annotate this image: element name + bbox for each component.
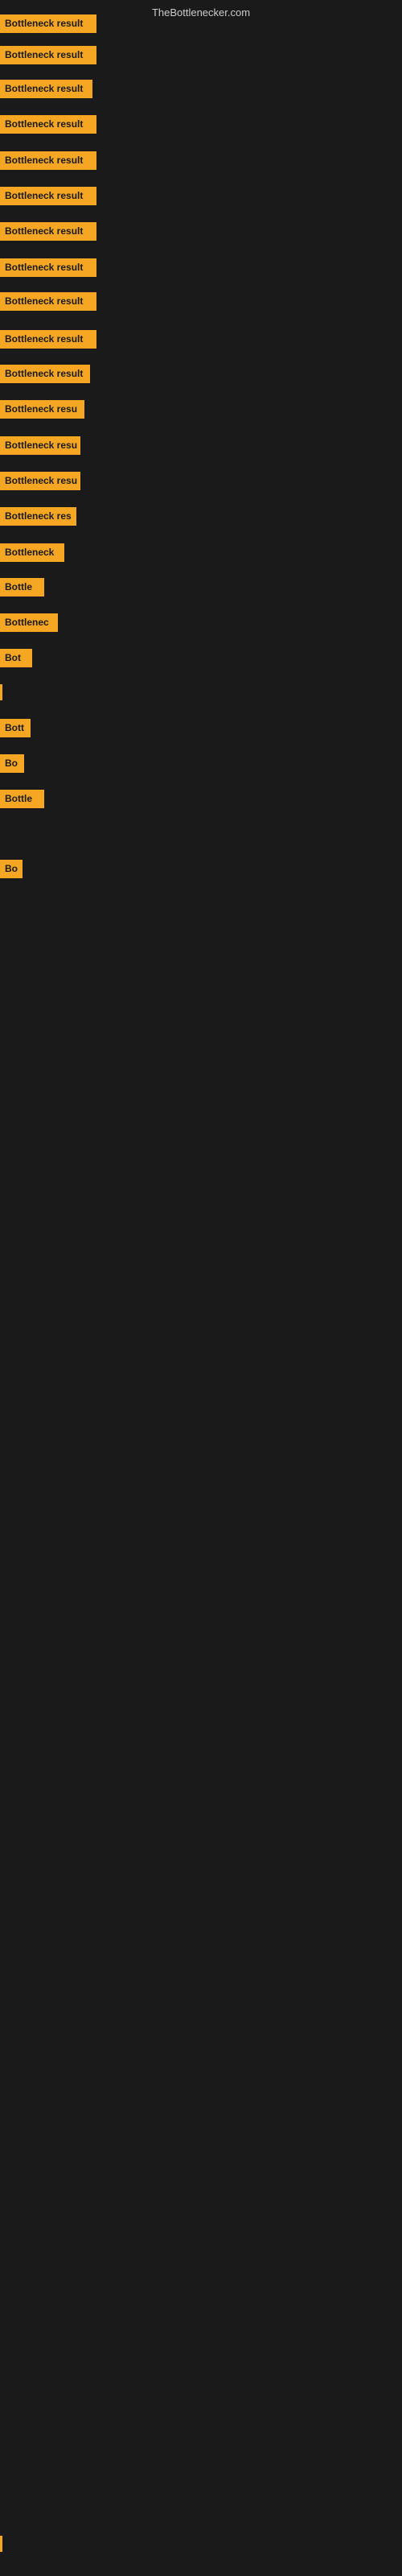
bottleneck-badge-16: Bottle	[0, 578, 44, 597]
bottleneck-badge-13: Bottleneck resu	[0, 472, 80, 490]
bottleneck-badge-4: Bottleneck result	[0, 151, 96, 170]
bottleneck-badge-5: Bottleneck result	[0, 187, 96, 205]
bottleneck-badge-24: Bo	[0, 860, 23, 878]
bottleneck-badge-1: Bottleneck result	[0, 46, 96, 64]
bottleneck-badge-22: Bottle	[0, 790, 44, 808]
bottleneck-badge-12: Bottleneck resu	[0, 436, 80, 455]
bottleneck-badge-20: Bott	[0, 719, 31, 737]
bottleneck-badge-10: Bottleneck result	[0, 365, 90, 383]
bottleneck-badge-0: Bottleneck result	[0, 14, 96, 33]
vertical-bar-37	[0, 2536, 2, 2552]
bottleneck-badge-2: Bottleneck result	[0, 80, 92, 98]
bottleneck-badge-15: Bottleneck	[0, 543, 64, 562]
bottleneck-badge-6: Bottleneck result	[0, 222, 96, 241]
bottleneck-badge-8: Bottleneck result	[0, 292, 96, 311]
bottleneck-badge-7: Bottleneck result	[0, 258, 96, 277]
bottleneck-badge-3: Bottleneck result	[0, 115, 96, 134]
site-title: TheBottlenecker.com	[152, 6, 250, 19]
bottleneck-badge-11: Bottleneck resu	[0, 400, 84, 419]
bottleneck-badge-18: Bot	[0, 649, 32, 667]
bottleneck-badge-9: Bottleneck result	[0, 330, 96, 349]
bottleneck-badge-21: Bo	[0, 754, 24, 773]
vertical-bar-19	[0, 684, 2, 700]
bottleneck-badge-14: Bottleneck res	[0, 507, 76, 526]
bottleneck-badge-17: Bottlenec	[0, 613, 58, 632]
